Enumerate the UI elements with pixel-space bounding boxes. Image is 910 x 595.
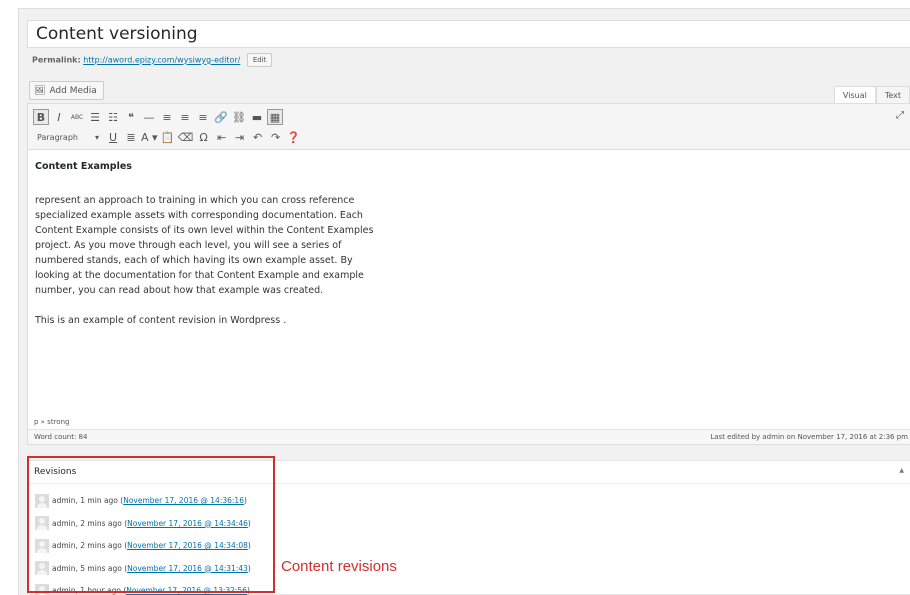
editor-tabs: Visual Text xyxy=(833,86,910,104)
toolbar-toggle-button[interactable]: ▦ xyxy=(267,109,283,125)
permalink-edit-button[interactable]: Edit xyxy=(246,53,273,67)
format-select[interactable]: Paragraph ▾ xyxy=(33,133,103,142)
blockquote-button[interactable]: ❝ xyxy=(123,109,139,125)
content-heading: Content Examples xyxy=(35,161,132,172)
element-path[interactable]: p » strong xyxy=(34,418,69,426)
read-more-button[interactable]: ▬ xyxy=(249,109,265,125)
justify-button[interactable]: ≣ xyxy=(123,129,139,145)
chevron-down-icon: ▾ xyxy=(94,132,99,142)
help-button[interactable]: ❓ xyxy=(286,129,302,145)
text-color-button[interactable]: A ▾ xyxy=(141,129,158,145)
special-character-button[interactable]: Ω xyxy=(196,129,212,145)
editor-content[interactable]: Content Examples represent an approach t… xyxy=(35,159,375,343)
annotation-label: Content revisions xyxy=(281,558,397,575)
add-media-button[interactable]: 🖼 Add Media xyxy=(29,81,104,100)
content-editor: B I ABC ☰ ☷ ❝ — ≡ ≡ ≡ 🔗 ⛓ ▬ ▦ Paragraph ▾ U ≣ A ▾ 📋 ⌫ Ω ⇤ ⇥ ↶… xyxy=(27,103,910,445)
media-icon: 🖼 xyxy=(34,85,46,96)
align-right-button[interactable]: ≡ xyxy=(195,109,211,125)
add-media-label: Add Media xyxy=(49,85,97,96)
clear-formatting-button[interactable]: ⌫ xyxy=(178,129,194,145)
toolbar-row-2: Paragraph ▾ U ≣ A ▾ 📋 ⌫ Ω ⇤ ⇥ ↶ ↷ ❓ xyxy=(33,128,302,146)
tab-visual[interactable]: Visual xyxy=(833,86,876,104)
editor-status-bar: Word count: 84 Last edited by admin on N… xyxy=(28,429,910,444)
indent-button[interactable]: ⇥ xyxy=(232,129,248,145)
redo-button[interactable]: ↷ xyxy=(268,129,284,145)
permalink-link[interactable]: http://aword.epizy.com/wysiwyg-editor/ xyxy=(83,56,240,65)
content-paragraph: represent an approach to training in whi… xyxy=(35,195,374,296)
last-edited: Last edited by admin on November 17, 201… xyxy=(710,433,908,441)
revisions-highlight-box xyxy=(27,456,275,593)
editor-toolbar: B I ABC ☰ ☷ ❝ — ≡ ≡ ≡ 🔗 ⛓ ▬ ▦ Paragraph ▾ U ≣ A ▾ 📋 ⌫ Ω ⇤ ⇥ ↶… xyxy=(28,104,910,150)
bold-button[interactable]: B xyxy=(33,109,49,125)
permalink-row: Permalink: http://aword.epizy.com/wysiwy… xyxy=(32,53,273,67)
italic-button[interactable]: I xyxy=(51,109,67,125)
post-title-field[interactable]: Content versioning xyxy=(27,20,910,48)
align-center-button[interactable]: ≡ xyxy=(177,109,193,125)
permalink-label: Permalink: xyxy=(32,55,81,65)
content-paragraph-revision-note: This is an example of content revision i… xyxy=(35,315,287,326)
post-title-text: Content versioning xyxy=(36,24,198,44)
numbered-list-button[interactable]: ☷ xyxy=(105,109,121,125)
insert-link-button[interactable]: 🔗 xyxy=(213,109,229,125)
align-left-button[interactable]: ≡ xyxy=(159,109,175,125)
bullet-list-button[interactable]: ☰ xyxy=(87,109,103,125)
outdent-button[interactable]: ⇤ xyxy=(214,129,230,145)
horizontal-rule-button[interactable]: — xyxy=(141,109,157,125)
tab-text[interactable]: Text xyxy=(875,86,910,104)
fullscreen-icon[interactable]: ⤢ xyxy=(896,110,904,121)
remove-link-button[interactable]: ⛓ xyxy=(231,109,247,125)
collapse-arrow-icon[interactable]: ▲ xyxy=(899,467,904,474)
word-count: Word count: 84 xyxy=(34,433,88,441)
format-select-value: Paragraph xyxy=(37,132,78,142)
paste-text-button[interactable]: 📋 xyxy=(160,129,176,145)
undo-button[interactable]: ↶ xyxy=(250,129,266,145)
underline-button[interactable]: U xyxy=(105,129,121,145)
toolbar-row-1: B I ABC ☰ ☷ ❝ — ≡ ≡ ≡ 🔗 ⛓ ▬ ▦ xyxy=(33,108,283,126)
strikethrough-button[interactable]: ABC xyxy=(69,109,85,125)
